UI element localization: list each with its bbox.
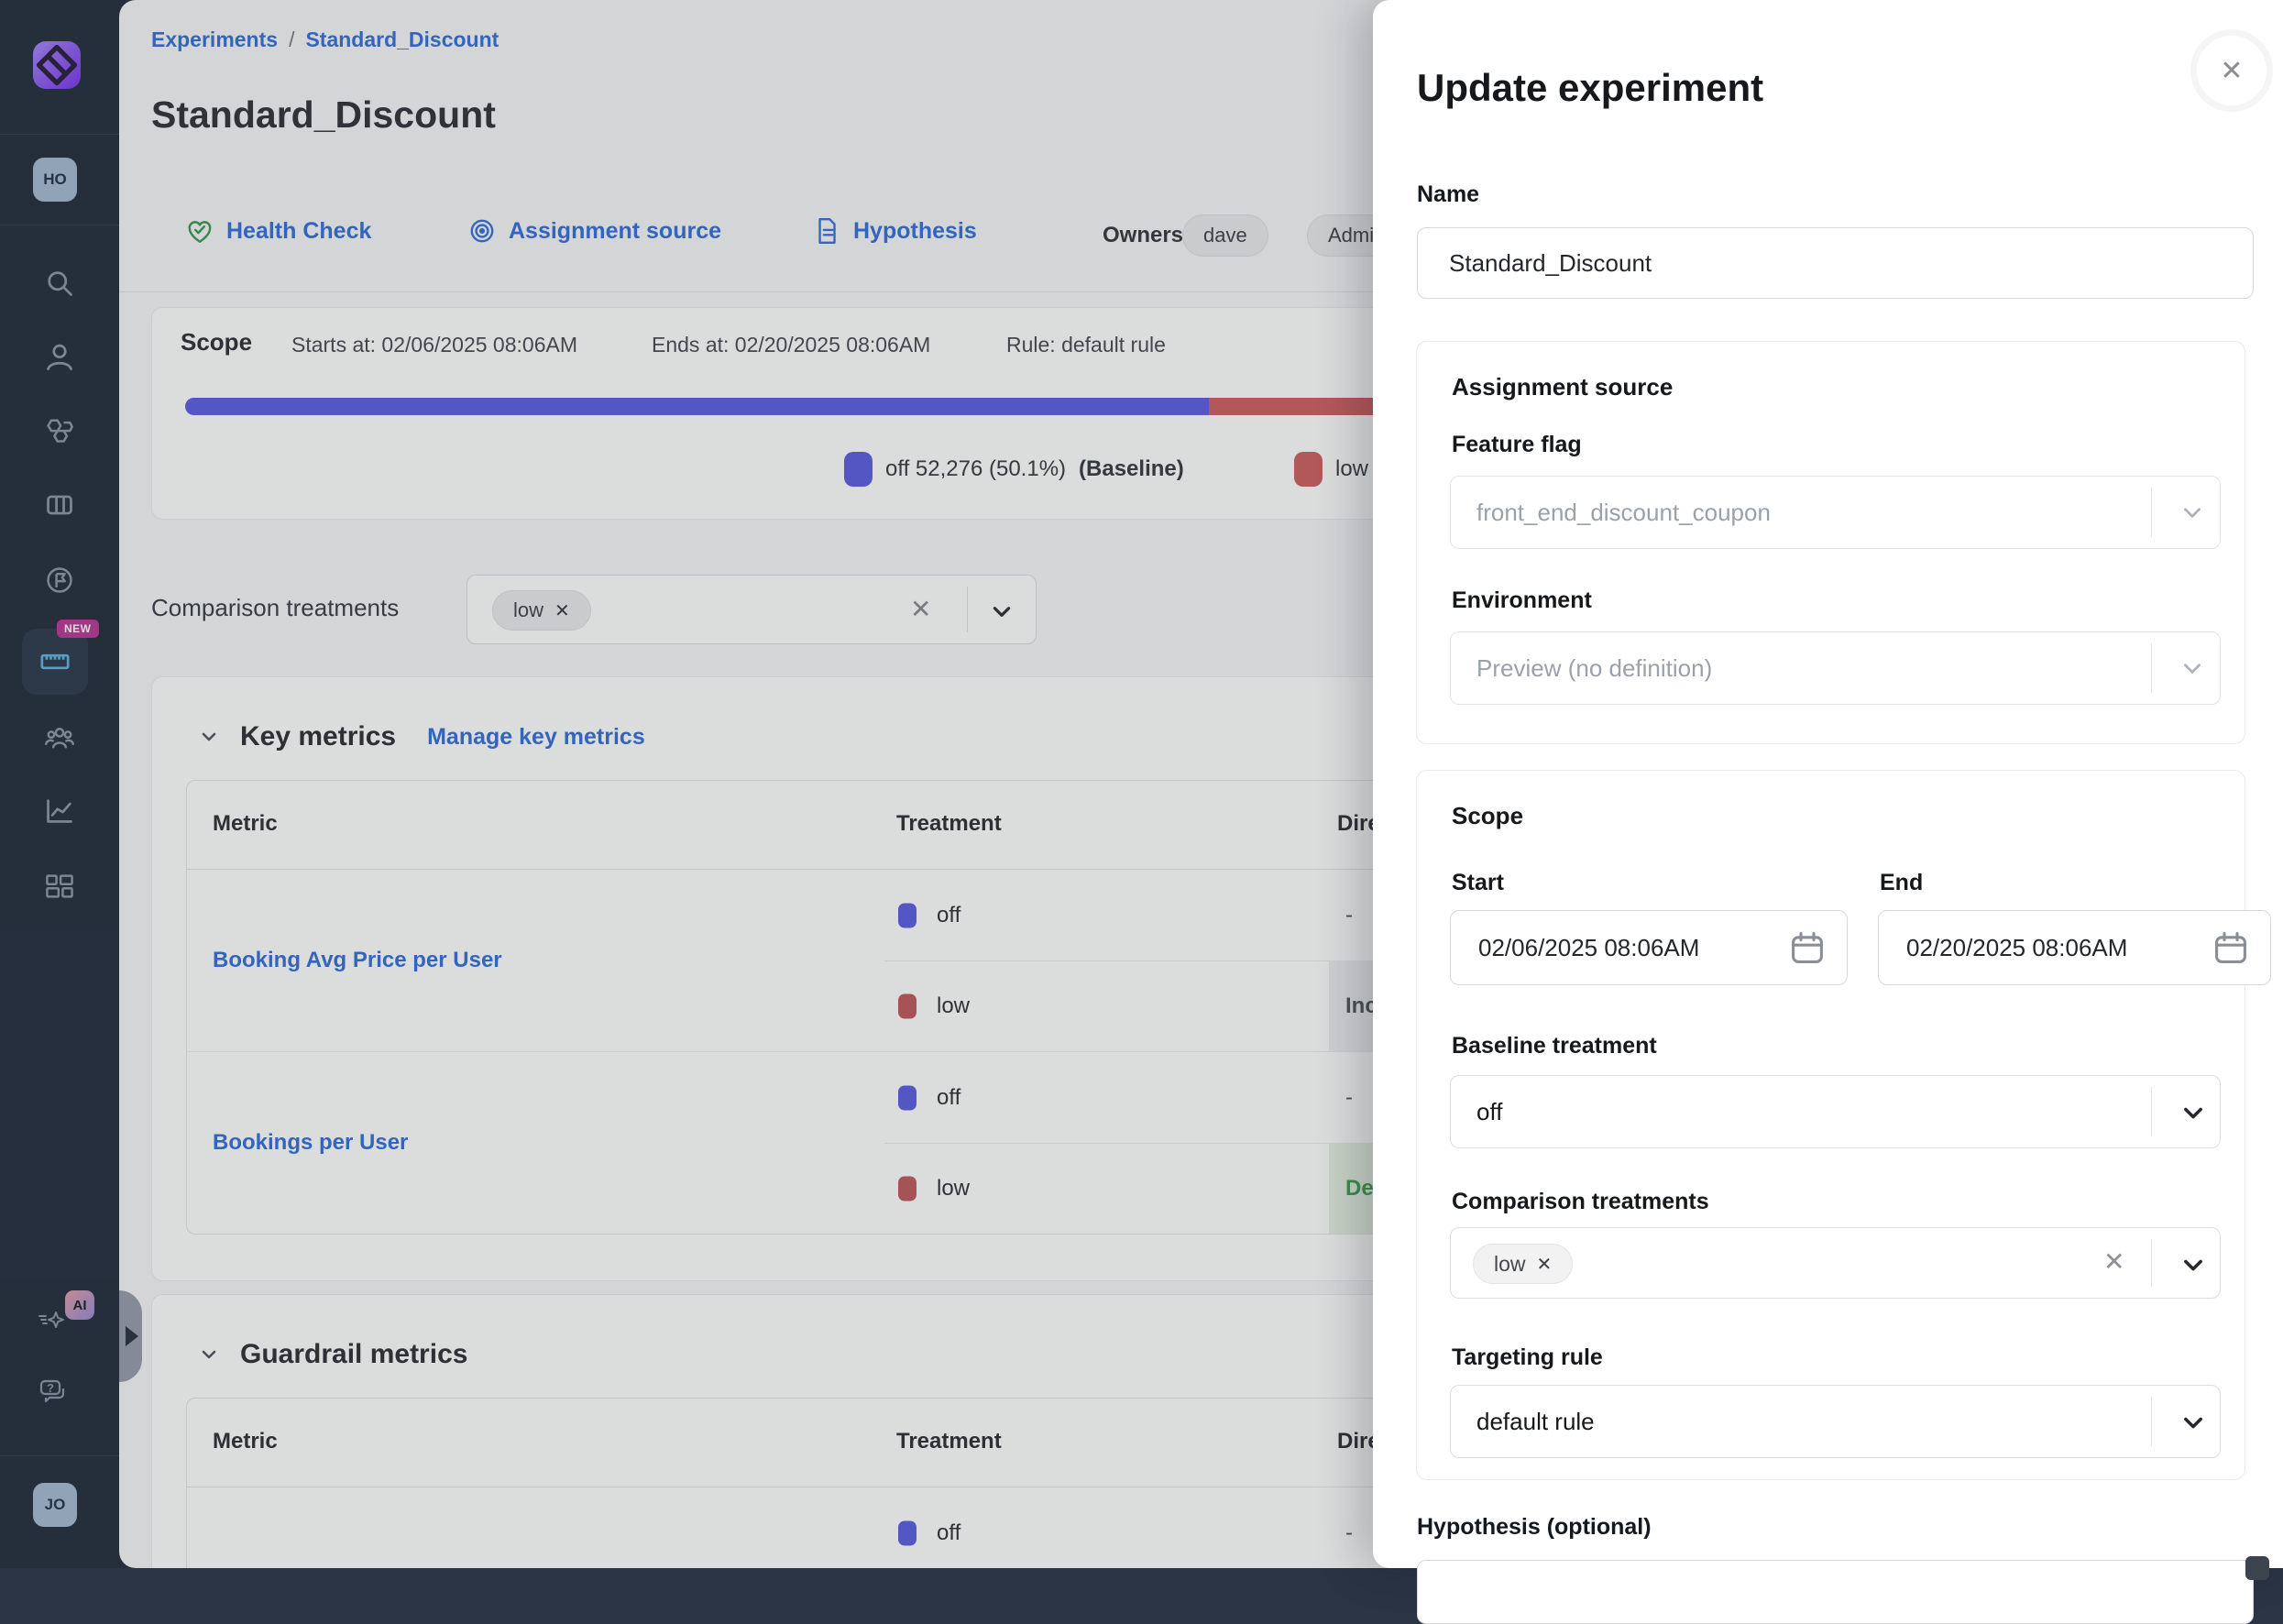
end-date-input[interactable]: 02/20/2025 08:06AM — [1878, 910, 2271, 985]
environment-select[interactable]: Preview (no definition) — [1450, 631, 2221, 705]
chip-remove-icon[interactable]: ✕ — [1537, 1253, 1553, 1276]
end-label: End — [1880, 870, 1923, 896]
baseline-treatment-label: Baseline treatment — [1452, 1033, 1657, 1059]
select-divider — [2151, 1087, 2152, 1136]
targeting-rule-select[interactable]: default rule — [1450, 1385, 2221, 1458]
drawer-comparison-label: Comparison treatments — [1452, 1189, 1709, 1215]
calendar-icon[interactable] — [1788, 928, 1827, 967]
name-input[interactable]: Standard_Discount — [1417, 227, 2254, 299]
start-label: Start — [1452, 870, 1504, 896]
clear-icon[interactable]: ✕ — [2103, 1246, 2124, 1277]
drawer-title: Update experiment — [1417, 66, 1763, 110]
hypothesis-ai-button[interactable] — [2245, 1556, 2269, 1580]
chevron-down-icon — [2180, 500, 2204, 524]
calendar-icon[interactable] — [2212, 928, 2250, 967]
drawer-scope-card: Scope Start End 02/06/2025 08:06AM 02/20… — [1416, 770, 2245, 1480]
chevron-down-icon — [2180, 1100, 2206, 1125]
close-icon[interactable]: ✕ — [2190, 29, 2273, 112]
hypothesis-input[interactable] — [1417, 1560, 2254, 1624]
feature-flag-select[interactable]: front_end_discount_coupon — [1450, 476, 2221, 549]
hypothesis-optional-label: Hypothesis (optional) — [1417, 1514, 1652, 1541]
update-experiment-drawer: ✕ Update experiment Name Standard_Discou… — [1373, 0, 2283, 1568]
baseline-treatment-select[interactable]: off — [1450, 1075, 2221, 1148]
name-label: Name — [1417, 181, 1479, 208]
treatment-chip-low[interactable]: low ✕ — [1473, 1244, 1573, 1284]
drawer-scope-title: Scope — [1452, 802, 1523, 830]
feature-flag-label: Feature flag — [1452, 432, 1582, 458]
assignment-source-card: Assignment source Feature flag front_end… — [1416, 341, 2245, 744]
select-divider — [2151, 1239, 2152, 1287]
drawer-comparison-select[interactable]: low ✕ ✕ — [1450, 1227, 2221, 1299]
select-divider — [2151, 1397, 2152, 1446]
app-root: HO NEW — [0, 0, 2283, 1568]
chevron-down-icon — [2180, 1410, 2206, 1435]
select-divider — [2151, 488, 2152, 537]
chevron-down-icon[interactable] — [2180, 1252, 2206, 1278]
select-divider — [2151, 643, 2152, 693]
targeting-rule-label: Targeting rule — [1452, 1344, 1603, 1371]
start-date-input[interactable]: 02/06/2025 08:06AM — [1450, 910, 1848, 985]
assignment-source-title: Assignment source — [1452, 373, 1673, 401]
chevron-down-icon — [2180, 656, 2204, 680]
environment-label: Environment — [1452, 587, 1592, 614]
